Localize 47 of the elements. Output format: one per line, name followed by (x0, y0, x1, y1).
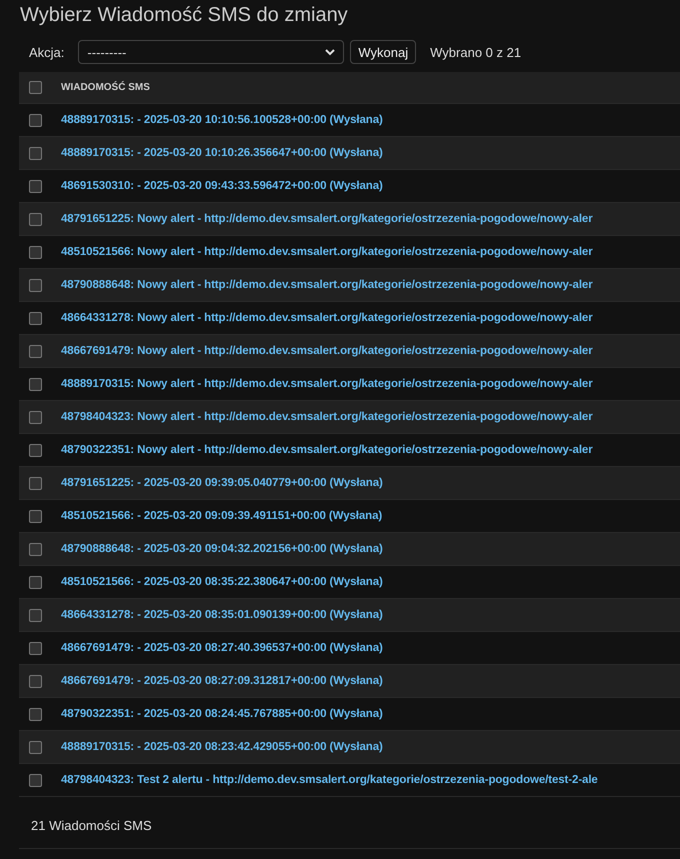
row-checkbox[interactable] (29, 708, 42, 720)
message-link[interactable]: 48510521566: - 2025-03-20 08:35:22.380647+00:00 (Wysłana) (61, 576, 383, 588)
row-checkbox[interactable] (29, 674, 42, 688)
row-checkbox[interactable] (29, 146, 42, 160)
result-count: 21 Wiadomości SMS (19, 803, 680, 849)
row-checkbox[interactable] (29, 476, 42, 490)
row-checkbox[interactable] (29, 576, 42, 588)
row-checkbox[interactable] (29, 774, 42, 786)
row-checkbox[interactable] (29, 444, 42, 456)
message-link[interactable]: 48691530310: - 2025-03-20 09:43:33.596472+00:00 (Wysłana) (61, 180, 383, 192)
action-select[interactable]: --------- (78, 40, 344, 64)
row-checkbox[interactable] (29, 510, 42, 522)
message-link[interactable]: 48664331278: - 2025-03-20 08:35:01.090139+00:00 (Wysłana) (61, 609, 383, 621)
action-label: Akcja: (29, 44, 64, 60)
message-link[interactable]: 48889170315: - 2025-03-20 10:10:56.100528+00:00 (Wysłana) (61, 114, 383, 126)
message-link[interactable]: 48790322351: Nowy alert - http://demo.dev.smsalert.org/kategorie/ostrzezenia-pogodowe/nowy-aler (61, 444, 593, 456)
row-checkbox[interactable] (29, 246, 42, 258)
message-link[interactable]: 48790888648: - 2025-03-20 09:04:32.202156+00:00 (Wysłana) (61, 543, 383, 555)
select-all-checkbox[interactable] (29, 81, 42, 94)
row-checkbox[interactable] (29, 642, 42, 654)
message-link[interactable]: 48889170315: - 2025-03-20 10:10:26.356647+00:00 (Wysłana) (61, 147, 383, 159)
message-link[interactable]: 48510521566: Nowy alert - http://demo.dev.smsalert.org/kategorie/ostrzezenia-pogodowe/nowy-aler (61, 246, 593, 258)
message-link[interactable]: 48667691479: - 2025-03-20 08:27:09.312817+00:00 (Wysłana) (61, 675, 383, 687)
message-link[interactable]: 48510521566: - 2025-03-20 09:09:39.491151+00:00 (Wysłana) (61, 510, 382, 522)
message-link[interactable]: 48889170315: - 2025-03-20 08:23:42.429055+00:00 (Wysłana) (61, 741, 383, 753)
message-link[interactable]: 48798404323: Test 2 alertu - http://demo.dev.smsalert.org/kategorie/ostrzezenia-pogodowe/test-2-ale (61, 774, 598, 786)
run-button[interactable]: Wykonaj (350, 40, 416, 64)
chevron-icon (325, 48, 336, 56)
row-checkbox[interactable] (29, 312, 42, 324)
message-link[interactable]: 48664331278: Nowy alert - http://demo.dev.smsalert.org/kategorie/ostrzezenia-pogodowe/nowy-aler (61, 312, 593, 324)
row-checkbox[interactable] (29, 378, 42, 390)
row-checkbox[interactable] (29, 344, 42, 358)
message-link[interactable]: 48889170315: Nowy alert - http://demo.dev.smsalert.org/kategorie/ostrzezenia-pogodowe/nowy-aler (61, 378, 593, 390)
row-checkbox[interactable] (29, 180, 42, 192)
message-link[interactable]: 48790322351: - 2025-03-20 08:24:45.767885+00:00 (Wysłana) (61, 708, 383, 720)
column-header[interactable]: WIADOMOŚĆ SMS (61, 82, 150, 93)
row-checkbox[interactable] (29, 212, 42, 226)
selection-count: Wybrano 0 z 21 (430, 44, 522, 60)
row-checkbox[interactable] (29, 114, 42, 126)
message-link[interactable]: 48791651225: - 2025-03-20 09:39:05.040779+00:00 (Wysłana) (61, 477, 383, 489)
row-checkbox[interactable] (29, 410, 42, 424)
row-checkbox[interactable] (29, 740, 42, 754)
row-checkbox[interactable] (29, 608, 42, 622)
message-link[interactable]: 48667691479: - 2025-03-20 08:27:40.396537+00:00 (Wysłana) (61, 642, 383, 654)
page-title: Wybierz Wiadomość SMS do zmiany (19, 3, 349, 28)
row-checkbox[interactable] (29, 278, 42, 292)
row-checkbox[interactable] (29, 542, 42, 556)
